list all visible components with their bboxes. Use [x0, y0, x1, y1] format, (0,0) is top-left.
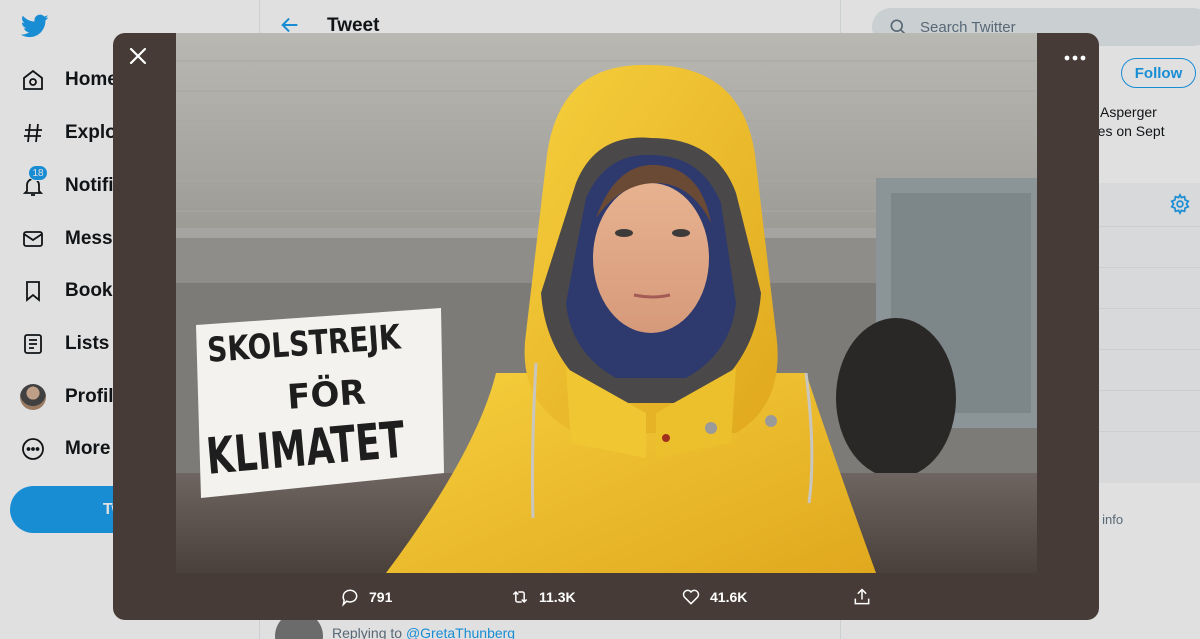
tweet-action-bar: 791 11.3K 41.6K	[113, 573, 1099, 620]
reply-button[interactable]: 791	[339, 585, 392, 609]
heart-icon	[680, 586, 702, 608]
close-button[interactable]	[125, 45, 151, 71]
retweet-icon	[509, 586, 531, 608]
reply-count: 791	[369, 589, 393, 605]
like-button[interactable]: 41.6K	[680, 585, 747, 609]
media-modal: SKOLSTREJK FÖR KLIMATET 791 11.3K 41.6K	[113, 33, 1099, 620]
like-count: 41.6K	[710, 589, 748, 605]
ellipsis-icon	[1064, 48, 1086, 66]
reply-icon	[339, 586, 361, 608]
share-button[interactable]	[851, 585, 873, 609]
close-icon	[129, 47, 147, 70]
more-options-button[interactable]	[1061, 47, 1089, 67]
retweet-button[interactable]: 11.3K	[509, 585, 576, 609]
tweet-photo: SKOLSTREJK FÖR KLIMATET	[176, 33, 1037, 573]
sign-line-2: FÖR	[286, 372, 367, 418]
retweet-count: 11.3K	[539, 589, 576, 605]
share-icon	[851, 586, 873, 608]
